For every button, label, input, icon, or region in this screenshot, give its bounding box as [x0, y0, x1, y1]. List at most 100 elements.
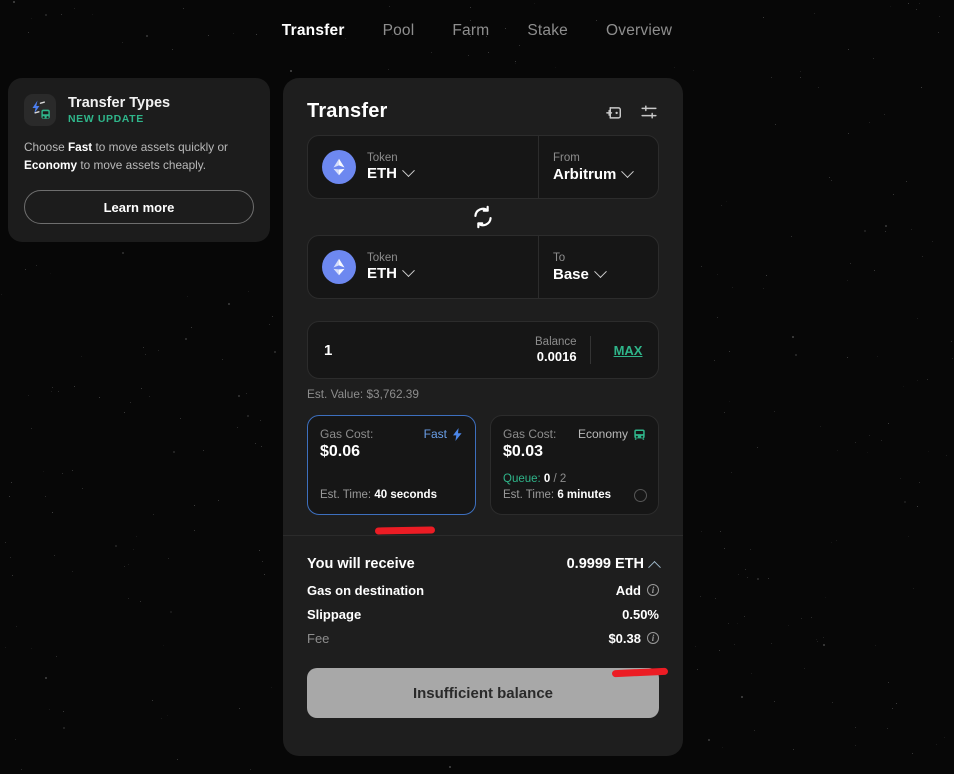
fast-card-header: Gas Cost: Fast: [320, 427, 463, 441]
source-token-label: Token: [367, 152, 398, 164]
gas-option-fast[interactable]: Gas Cost: Fast $0.06 Est. Time: 40 secon…: [307, 415, 476, 515]
economy-queue: Queue: 0 / 2: [503, 471, 646, 488]
summary-row-fee: Fee $0.38 i: [307, 626, 659, 650]
amount-row: Balance 0.0016 MAX: [307, 321, 659, 379]
promo-description: Choose Fast to move assets quickly or Ec…: [24, 139, 254, 174]
fast-est-time-value: 40 seconds: [374, 489, 437, 502]
amount-input[interactable]: [324, 341, 525, 359]
panel-header: Transfer: [283, 78, 683, 135]
destination-chain-value: Base: [553, 265, 589, 283]
eth-icon: [322, 150, 356, 184]
fee-value-wrap: $0.38 i: [608, 631, 659, 646]
nav-item-stake[interactable]: Stake: [525, 18, 570, 44]
economy-card-header: Gas Cost: Economy: [503, 427, 646, 441]
economy-est-time-label: Est. Time:: [503, 489, 558, 502]
info-icon[interactable]: i: [647, 584, 659, 596]
main-navigation: Transfer Pool Farm Stake Overview: [0, 0, 954, 62]
max-button[interactable]: MAX: [614, 343, 643, 358]
settings-sliders-icon[interactable]: [639, 102, 659, 122]
destination-chain-value-wrap: Base: [553, 264, 644, 283]
add-wallet-icon[interactable]: [603, 102, 623, 122]
panel-header-actions: [603, 102, 659, 122]
fast-mode-label: Fast: [423, 427, 447, 441]
bus-icon: [634, 428, 645, 440]
summary-row-slippage: Slippage 0.50%: [307, 602, 659, 626]
bolt-bus-icon: [24, 94, 56, 126]
fast-gas-price: $0.06: [320, 443, 361, 460]
source-token-value: ETH: [367, 165, 397, 182]
nav-item-farm[interactable]: Farm: [450, 18, 491, 44]
fast-est-time-label: Est. Time:: [320, 489, 375, 502]
promo-text-prefix: Choose: [24, 140, 68, 154]
balance-label: Balance: [535, 336, 577, 348]
gas-options-group: Gas Cost: Fast $0.06 Est. Time: 40 secon…: [307, 415, 659, 515]
destination-token-value-wrap: ETH: [367, 264, 415, 282]
fast-gas-label: Gas Cost:: [320, 427, 374, 441]
chevron-down-icon: [621, 164, 635, 178]
nav-item-pool[interactable]: Pool: [381, 18, 417, 44]
promo-text-fast: Fast: [67, 140, 93, 154]
destination-token-value: ETH: [367, 265, 397, 282]
source-token-value-wrap: ETH: [367, 164, 415, 182]
economy-mode-badge: Economy: [578, 427, 646, 441]
slippage-label: Slippage: [307, 606, 362, 622]
source-token-selector[interactable]: Token ETH: [308, 136, 538, 198]
fee-value: $0.38: [608, 630, 641, 646]
economy-queue-total: / 2: [550, 472, 567, 485]
economy-gas-label: Gas Cost:: [503, 427, 557, 441]
source-chain-value-wrap: Arbitrum: [553, 164, 644, 183]
promo-header: Transfer Types NEW UPDATE: [24, 94, 254, 126]
summary-row-receive: You will receive 0.9999 ETH: [307, 550, 661, 578]
promo-text-suffix: to move assets cheaply.: [77, 157, 207, 172]
receive-value: 0.9999 ETH: [566, 556, 644, 572]
promo-title: Transfer Types: [68, 95, 171, 111]
destination-token-selector[interactable]: Token ETH: [308, 236, 538, 298]
fast-mode-badge: Fast: [424, 427, 463, 441]
panel-body: Token ETH From Arbitrum Token ETH To Bas…: [283, 135, 683, 515]
gas-on-destination-value-wrap: Add i: [616, 583, 659, 598]
promo-text-economy: Economy: [24, 157, 78, 172]
gas-on-destination-value[interactable]: Add: [616, 583, 641, 598]
transfer-types-promo-card: Transfer Types NEW UPDATE Choose Fast to…: [8, 78, 270, 243]
promo-title-group: Transfer Types NEW UPDATE: [68, 95, 170, 125]
destination-chain-label: To: [553, 251, 566, 264]
balance-value: 0.0016: [536, 349, 577, 364]
promo-text-middle: to move assets quickly or: [92, 140, 228, 154]
swap-circular-arrows-icon[interactable]: [470, 204, 496, 230]
source-chain-selector[interactable]: From Arbitrum: [538, 136, 658, 198]
chevron-up-icon: [648, 560, 661, 574]
transfer-destination-row: Token ETH To Base: [307, 235, 659, 299]
destination-token-label: Token: [367, 252, 398, 264]
fee-label: Fee: [307, 630, 330, 646]
economy-est-time: Est. Time: 6 minutes: [503, 487, 646, 504]
estimated-value-text: Est. Value: $3,762.39: [307, 387, 419, 401]
destination-chain-selector[interactable]: To Base: [538, 236, 658, 298]
lightning-bolt-icon: [453, 427, 462, 441]
nav-item-overview[interactable]: Overview: [604, 18, 674, 44]
economy-gas-price: $0.03: [503, 443, 544, 460]
source-chain-label: From: [553, 151, 580, 164]
promo-badge: NEW UPDATE: [68, 113, 144, 125]
learn-more-button[interactable]: Learn more: [24, 190, 254, 225]
slippage-value: 0.50%: [622, 606, 659, 622]
receive-label: You will receive: [307, 556, 415, 572]
balance-display: Balance 0.0016: [535, 336, 591, 364]
info-icon[interactable]: i: [647, 632, 659, 644]
nav-item-transfer[interactable]: Transfer: [280, 18, 347, 44]
gas-on-destination-label: Gas on destination: [307, 582, 425, 598]
economy-est-time-value: 6 minutes: [557, 489, 612, 502]
source-token-fields: Token ETH: [367, 152, 415, 182]
destination-token-fields: Token ETH: [367, 252, 415, 282]
economy-details: Queue: 0 / 2 Est. Time: 6 minutes: [503, 471, 646, 504]
transfer-source-row: Token ETH From Arbitrum: [307, 135, 659, 199]
eth-icon: [322, 250, 356, 284]
transfer-panel: Transfer Token ETH From Arbitrum Token E…: [283, 78, 683, 756]
gas-option-economy[interactable]: Gas Cost: Economy $0.03 Queue: 0 / 2 Est…: [490, 415, 659, 515]
summary-row-gas-on-destination: Gas on destination Add i: [307, 578, 659, 602]
app-root: Transfer Pool Farm Stake Overview Transf…: [0, 0, 954, 774]
chevron-down-icon: [402, 164, 415, 178]
source-chain-value: Arbitrum: [553, 165, 617, 183]
economy-radio-button[interactable]: [634, 489, 647, 502]
receive-value-wrap[interactable]: 0.9999 ETH: [566, 556, 661, 574]
page-title: Transfer: [307, 100, 388, 122]
